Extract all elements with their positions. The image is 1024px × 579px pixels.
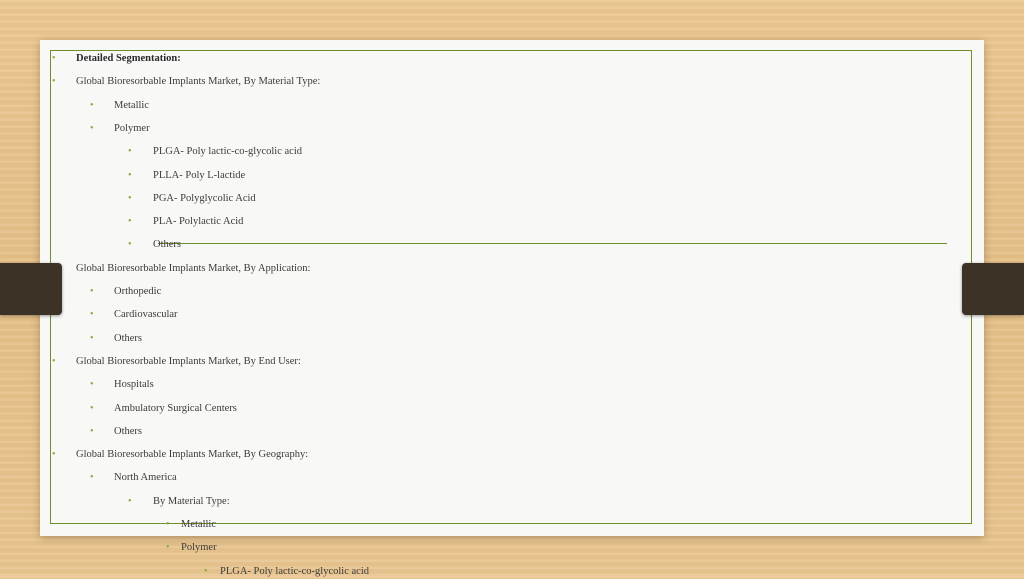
list-item-label: Cardiovascular: [114, 309, 178, 321]
bullet-icon: •: [52, 53, 56, 64]
bullet-icon: •: [90, 286, 94, 297]
list-item-label: Detailed Segmentation:: [76, 53, 181, 64]
bullet-icon: •: [90, 425, 94, 437]
list-item-label: By Material Type:: [153, 495, 230, 507]
list-item-label: Polymer: [114, 122, 150, 134]
bullet-icon: •: [128, 239, 132, 251]
list-item-label: Ambulatory Surgical Centers: [114, 402, 237, 414]
bullet-icon: •: [52, 355, 56, 367]
right-edge-tab: [962, 263, 1024, 315]
list-item-label: PLGA- Poly lactic-co-glycolic acid: [220, 565, 369, 577]
list-item-label: Global Bioresorbable Implants Market, By…: [76, 449, 309, 461]
list-item-label: Polymer: [181, 542, 217, 554]
bullet-icon: •: [90, 472, 94, 484]
slide: • Detailed Segmentation: • Global Bioresorb…: [40, 40, 984, 577]
bullet-icon: •: [90, 122, 94, 134]
bullet-icon: •: [90, 99, 94, 111]
list-item-label: Others: [114, 332, 142, 344]
bullet-icon: •: [128, 192, 132, 204]
divider-line: [158, 243, 947, 244]
bullet-icon: •: [128, 495, 132, 507]
list-item-label: PLA- Polylactic Acid: [153, 216, 244, 228]
list-item-label: Metallic: [181, 519, 216, 530]
list-item-label: Global Bioresorbable Implants Market, By…: [76, 262, 311, 274]
bullet-icon: •: [128, 169, 132, 181]
bullet-icon: •: [52, 449, 56, 461]
list-item-label: Metallic: [114, 99, 149, 111]
list-item-label: Global Bioresorbable Implants Market, By…: [76, 76, 321, 88]
bullet-icon: •: [90, 379, 94, 391]
list-item-label: Hospitals: [114, 379, 154, 391]
list-item-label: Orthopedic: [114, 286, 162, 297]
list-item-label: Others: [153, 239, 181, 251]
left-edge-tab: [0, 263, 62, 315]
list-item-label: North America: [114, 472, 177, 484]
bullet-icon: •: [204, 565, 208, 577]
bullet-icon: •: [128, 216, 132, 228]
bullet-icon: •: [166, 542, 170, 554]
bullet-icon: •: [90, 309, 94, 321]
list-item-label: PGA- Polyglycolic Acid: [153, 192, 256, 204]
list-item-label: Others: [114, 425, 142, 437]
list-item-label: PLLA- Poly L-lactide: [153, 169, 246, 181]
list-item-label: Global Bioresorbable Implants Market, By…: [76, 355, 301, 367]
list-item-label: PLGA- Poly lactic-co-glycolic acid: [153, 146, 302, 158]
bullet-icon: •: [90, 402, 94, 414]
bullet-icon: •: [128, 146, 132, 158]
bullet-icon: •: [90, 332, 94, 344]
bullet-icon: •: [52, 76, 56, 88]
bullet-icon: •: [166, 519, 170, 530]
